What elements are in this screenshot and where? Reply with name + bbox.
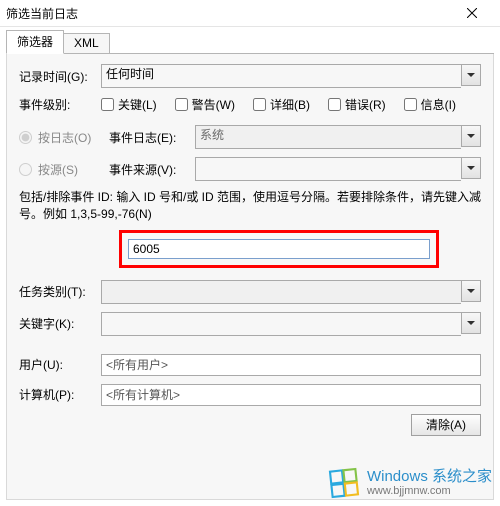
close-icon [467,8,477,18]
event-id-description: 包括/排除事件 ID: 输入 ID 号和/或 ID 范围，使用逗号分隔。若要排除… [19,189,481,224]
chevron-down-icon [467,166,475,170]
chk-information-box[interactable] [404,98,417,111]
keywords-dropdown-button[interactable] [461,312,481,334]
radio-by-log-input[interactable] [19,131,32,144]
event-logs-value: 系统 [195,125,461,149]
event-logs-dropdown-button[interactable] [461,125,481,147]
chk-information-label: 信息(I) [421,96,456,113]
tab-bar: 筛选器 XML [6,31,494,54]
radio-by-source[interactable]: 按源(S) [19,161,109,178]
label-computer: 计算机(P): [19,386,101,403]
label-event-logs: 事件日志(E): [109,129,195,146]
label-task-category: 任务类别(T): [19,283,101,300]
task-category-dropdown-button[interactable] [461,280,481,302]
chk-warning-box[interactable] [175,98,188,111]
event-sources-value [195,157,461,181]
chk-verbose[interactable]: 详细(B) [253,96,310,113]
user-input[interactable] [101,354,481,376]
chk-verbose-box[interactable] [253,98,266,111]
chk-error[interactable]: 错误(R) [328,96,386,113]
event-id-input[interactable] [128,239,430,259]
row-computer: 计算机(P): [19,384,481,406]
label-event-sources: 事件来源(V): [109,161,195,178]
chk-error-label: 错误(R) [345,96,386,113]
event-level-checkbox-group: 关键(L) 警告(W) 详细(B) 错误(R) [101,96,456,113]
task-category-select[interactable] [101,280,481,304]
radio-by-source-input[interactable] [19,163,32,176]
row-event-level: 事件级别: 关键(L) 警告(W) 详细(B) [19,96,481,113]
label-event-level: 事件级别: [19,96,101,113]
event-sources-select[interactable] [195,157,481,181]
filter-dialog-window: 筛选当前日志 筛选器 XML 记录时间(G): 任何时间 [0,0,500,506]
label-user: 用户(U): [19,356,101,373]
logged-time-dropdown-button[interactable] [461,64,481,86]
tabs-area: 筛选器 XML [0,27,500,54]
chk-error-box[interactable] [328,98,341,111]
chk-information[interactable]: 信息(I) [404,96,456,113]
chk-verbose-label: 详细(B) [270,96,310,113]
radio-by-log-label: 按日志(O) [38,129,91,146]
event-id-highlight [119,230,481,268]
close-button[interactable] [450,0,494,26]
logged-time-select[interactable]: 任何时间 [101,64,481,88]
row-by-log: 按日志(O) 事件日志(E): 系统 [19,125,481,149]
computer-input[interactable] [101,384,481,406]
event-id-highlight-box [119,230,439,268]
chk-warning-label: 警告(W) [192,96,235,113]
tab-xml[interactable]: XML [63,33,110,53]
row-keywords: 关键字(K): [19,312,481,336]
row-task-category: 任务类别(T): [19,280,481,304]
form-panel: 记录时间(G): 任何时间 事件级别: 关键(L) [6,54,494,500]
chevron-down-icon [467,321,475,325]
chk-critical-box[interactable] [101,98,114,111]
titlebar: 筛选当前日志 [0,0,500,27]
keywords-select[interactable] [101,312,481,336]
label-logged: 记录时间(G): [19,68,101,85]
row-by-source: 按源(S) 事件来源(V): [19,157,481,181]
label-keywords: 关键字(K): [19,315,101,332]
chevron-down-icon [467,289,475,293]
logged-time-value: 任何时间 [101,64,461,88]
chk-critical-label: 关键(L) [118,96,157,113]
row-logged: 记录时间(G): 任何时间 [19,64,481,88]
event-sources-dropdown-button[interactable] [461,157,481,179]
keywords-value [101,312,461,336]
event-logs-select[interactable]: 系统 [195,125,481,149]
chk-critical[interactable]: 关键(L) [101,96,157,113]
chevron-down-icon [467,73,475,77]
row-user: 用户(U): [19,354,481,376]
radio-by-log[interactable]: 按日志(O) [19,129,109,146]
radio-by-source-label: 按源(S) [38,161,78,178]
task-category-value [101,280,461,304]
row-clear: 清除(A) [19,414,481,436]
clear-button[interactable]: 清除(A) [411,414,481,436]
tab-filter[interactable]: 筛选器 [6,30,64,54]
window-title: 筛选当前日志 [6,5,450,22]
chevron-down-icon [467,134,475,138]
chk-warning[interactable]: 警告(W) [175,96,235,113]
